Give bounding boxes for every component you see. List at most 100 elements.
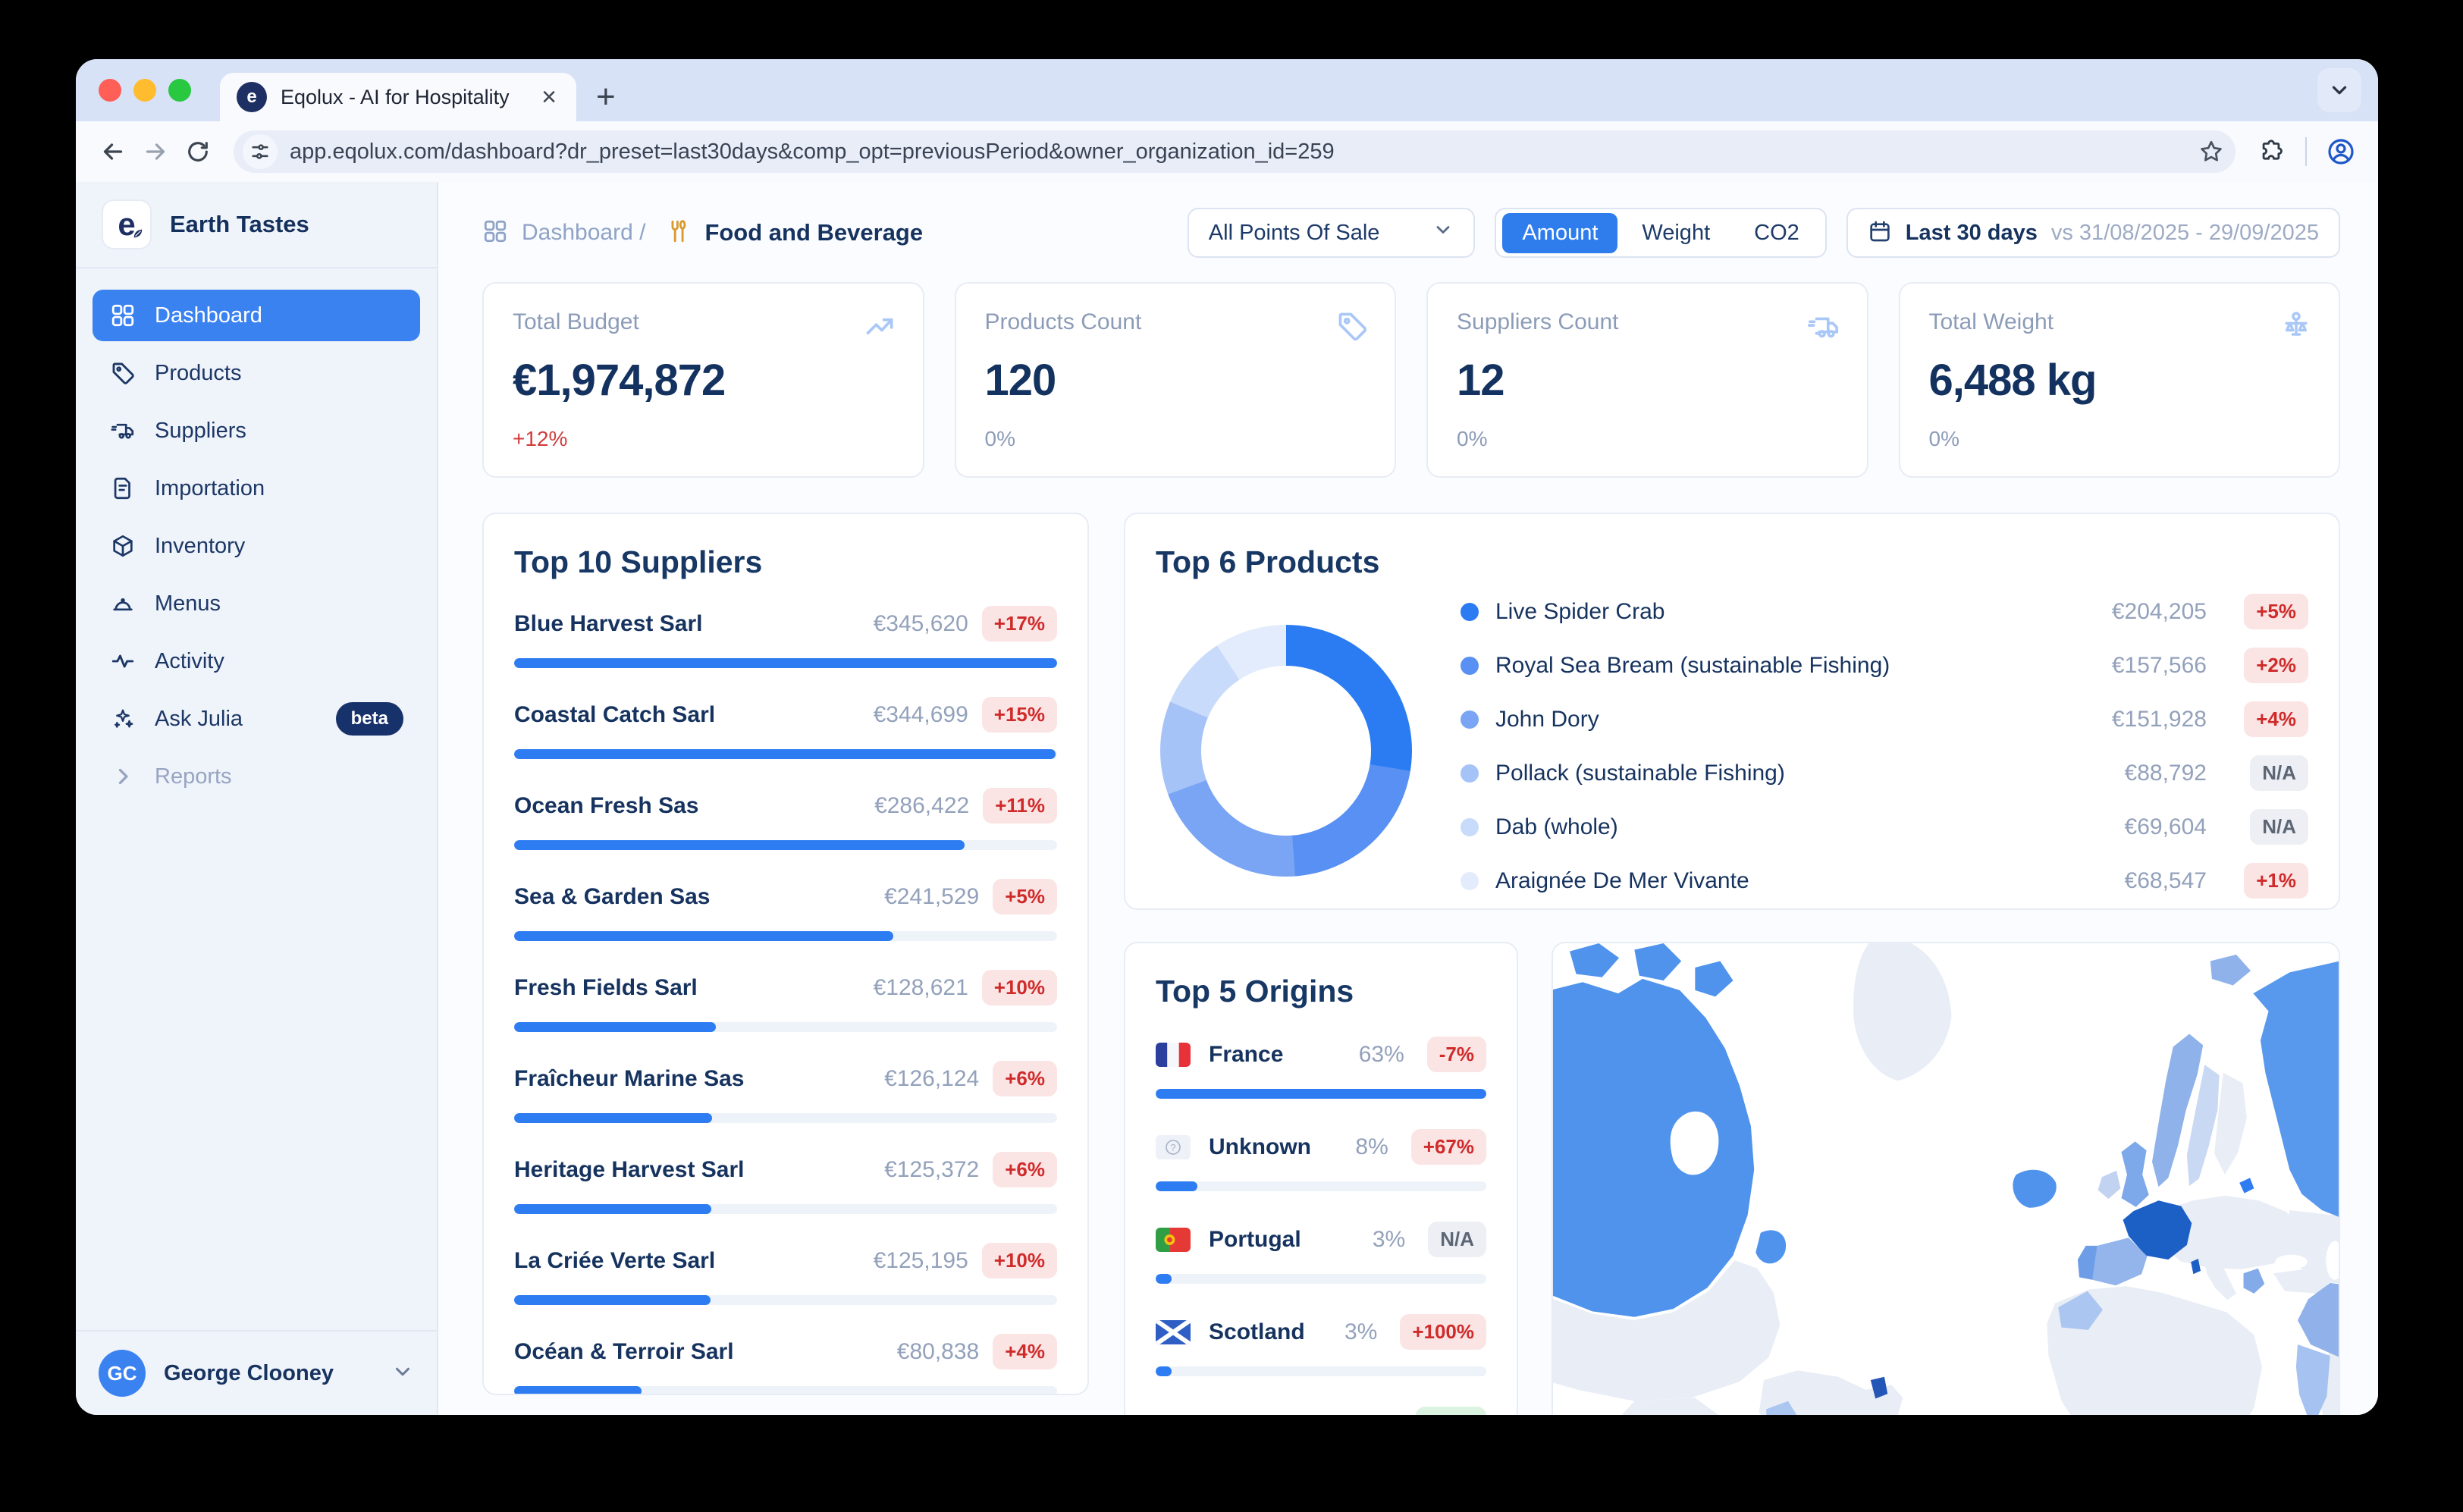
product-legend-row[interactable]: Pollack (sustainable Fishing) €88,792 N/… <box>1461 755 2308 791</box>
weight-scale-icon <box>2279 309 2313 347</box>
origin-row[interactable]: France 63% -7% <box>1156 1037 1486 1099</box>
sidebar-item-reports[interactable]: Reports <box>93 751 420 802</box>
reload-icon[interactable] <box>180 134 215 169</box>
origin-delta-badge: N/A <box>1428 1222 1486 1257</box>
sidebar-item-importation[interactable]: Importation <box>93 463 420 514</box>
tab-search-chevron-icon[interactable] <box>2317 68 2361 112</box>
sidebar-item-label: Inventory <box>155 534 245 559</box>
url-bar[interactable]: app.eqolux.com/dashboard?dr_preset=last3… <box>234 130 2236 173</box>
back-icon[interactable] <box>96 134 130 169</box>
supplier-row[interactable]: Océan & Terroir Sarl €80,838 +4% <box>514 1334 1057 1395</box>
calendar-icon <box>1868 219 1892 247</box>
product-legend-row[interactable]: Royal Sea Bream (sustainable Fishing) €1… <box>1461 648 2308 683</box>
product-value: €69,604 <box>2078 814 2207 840</box>
browser-profile-icon[interactable] <box>2323 134 2358 169</box>
origin-row[interactable]: Portugal 3% N/A <box>1156 1222 1486 1284</box>
supplier-delta-badge: +10% <box>982 970 1057 1005</box>
extensions-icon[interactable] <box>2254 134 2289 169</box>
maximize-window-button[interactable] <box>168 79 191 102</box>
products-donut-chart[interactable] <box>1160 625 1412 877</box>
org-switcher[interactable]: e Earth Tastes <box>76 182 437 268</box>
supplier-delta-badge: +6% <box>993 1152 1057 1187</box>
supplier-bar-track <box>514 840 1057 850</box>
supplier-value: €126,124 <box>884 1066 979 1092</box>
favicon: e <box>237 82 267 112</box>
origin-row[interactable]: Scotland 3% +100% <box>1156 1314 1486 1376</box>
url-text[interactable]: app.eqolux.com/dashboard?dr_preset=last3… <box>290 140 2182 165</box>
supplier-row[interactable]: Fresh Fields Sarl €128,621 +10% <box>514 970 1057 1032</box>
origin-row[interactable]: ? Unknown 8% +67% <box>1156 1129 1486 1191</box>
tab-close-icon[interactable]: × <box>538 84 560 110</box>
legend-dot <box>1461 764 1479 783</box>
scotland-flag-icon <box>1156 1320 1191 1344</box>
origin-delta-badge: +67% <box>1411 1129 1486 1165</box>
new-tab-button[interactable]: + <box>596 80 616 114</box>
origin-delta-badge: -25% <box>1416 1407 1486 1415</box>
user-menu[interactable]: GC George Clooney <box>76 1330 437 1415</box>
supplier-value: €286,422 <box>874 793 969 819</box>
product-delta-badge: N/A <box>2250 809 2308 845</box>
origin-row[interactable]: Iceland 3% -25% <box>1156 1407 1486 1415</box>
top-products-card: Top 6 Products Live Spider Crab €204,205… <box>1124 513 2340 910</box>
product-legend-row[interactable]: Dab (whole) €69,604 N/A <box>1461 809 2308 845</box>
product-legend-row[interactable]: Live Spider Crab €204,205 +5% <box>1461 594 2308 629</box>
supplier-bar-track <box>514 1204 1057 1214</box>
origin-percent: 3% <box>1373 1227 1405 1253</box>
product-legend-row[interactable]: Araignée De Mer Vivante €68,547 +1% <box>1461 863 2308 899</box>
supplier-value: €80,838 <box>897 1339 979 1365</box>
supplier-row[interactable]: Ocean Fresh Sas €286,422 +11% <box>514 788 1057 850</box>
supplier-name: Blue Harvest Sarl <box>514 611 860 637</box>
points-of-sale-select[interactable]: All Points Of Sale <box>1188 208 1476 258</box>
sidebar-item-dashboard[interactable]: Dashboard <box>93 290 420 341</box>
supplier-value: €344,699 <box>874 702 968 728</box>
supplier-bar-track <box>514 1113 1057 1123</box>
origins-list: France 63% -7% ? Unknown 8% +67% Portuga… <box>1156 1037 1486 1415</box>
date-range-picker[interactable]: Last 30 days vs 31/08/2025 - 29/09/2025 <box>1846 208 2340 258</box>
tab-co2[interactable]: CO2 <box>1734 213 1819 253</box>
site-info-icon[interactable] <box>243 134 278 169</box>
origin-delta-badge: +100% <box>1400 1314 1486 1350</box>
breadcrumb-root[interactable]: Dashboard / <box>522 220 645 246</box>
kpi-value: €1,974,872 <box>513 355 894 406</box>
minimize-window-button[interactable] <box>133 79 156 102</box>
truck-icon <box>109 417 136 444</box>
origin-bar-track <box>1156 1274 1486 1284</box>
origins-map-card[interactable] <box>1552 942 2340 1415</box>
sidebar-item-inventory[interactable]: Inventory <box>93 520 420 572</box>
supplier-row[interactable]: Sea & Garden Sas €241,529 +5% <box>514 879 1057 941</box>
origin-percent: 3% <box>1360 1412 1393 1416</box>
supplier-row[interactable]: Heritage Harvest Sarl €125,372 +6% <box>514 1152 1057 1214</box>
sidebar-item-products[interactable]: Products <box>93 347 420 399</box>
sidebar-item-suppliers[interactable]: Suppliers <box>93 405 420 456</box>
supplier-name: Fraîcheur Marine Sas <box>514 1066 871 1092</box>
origin-bar-track <box>1156 1089 1486 1099</box>
supplier-row[interactable]: Fraîcheur Marine Sas €126,124 +6% <box>514 1061 1057 1123</box>
product-name: John Dory <box>1495 707 2061 732</box>
close-window-button[interactable] <box>99 79 121 102</box>
origin-bar-fill <box>1156 1274 1172 1284</box>
product-name: Araignée De Mer Vivante <box>1495 868 2061 894</box>
unit-toggle: Amount Weight CO2 <box>1495 208 1826 258</box>
supplier-row[interactable]: Coastal Catch Sarl €344,699 +15% <box>514 697 1057 759</box>
product-legend-row[interactable]: John Dory €151,928 +4% <box>1461 701 2308 737</box>
tab-weight[interactable]: Weight <box>1622 213 1730 253</box>
right-column: Top 6 Products Live Spider Crab €204,205… <box>1124 513 2340 1415</box>
sidebar-item-activity[interactable]: Activity <box>93 635 420 687</box>
sidebar-item-ask-julia[interactable]: Ask Julia beta <box>93 693 420 745</box>
supplier-row[interactable]: Blue Harvest Sarl €345,620 +17% <box>514 606 1057 668</box>
browser-toolbar: app.eqolux.com/dashboard?dr_preset=last3… <box>76 121 2378 182</box>
cloche-icon <box>109 590 136 617</box>
product-delta-badge: +2% <box>2244 648 2308 683</box>
supplier-value: €128,621 <box>874 975 968 1001</box>
product-value: €151,928 <box>2078 707 2207 732</box>
file-icon <box>109 475 136 502</box>
chevron-down-icon <box>391 1360 414 1387</box>
origin-bar-track <box>1156 1181 1486 1191</box>
forward-icon[interactable] <box>138 134 173 169</box>
sidebar-item-menus[interactable]: Menus <box>93 578 420 629</box>
browser-tab[interactable]: e Eqolux - AI for Hospitality × <box>220 73 576 121</box>
legend-dot <box>1461 603 1479 621</box>
bookmark-star-icon[interactable] <box>2195 139 2228 165</box>
supplier-row[interactable]: La Criée Verte Sarl €125,195 +10% <box>514 1243 1057 1305</box>
tab-amount[interactable]: Amount <box>1502 213 1617 253</box>
